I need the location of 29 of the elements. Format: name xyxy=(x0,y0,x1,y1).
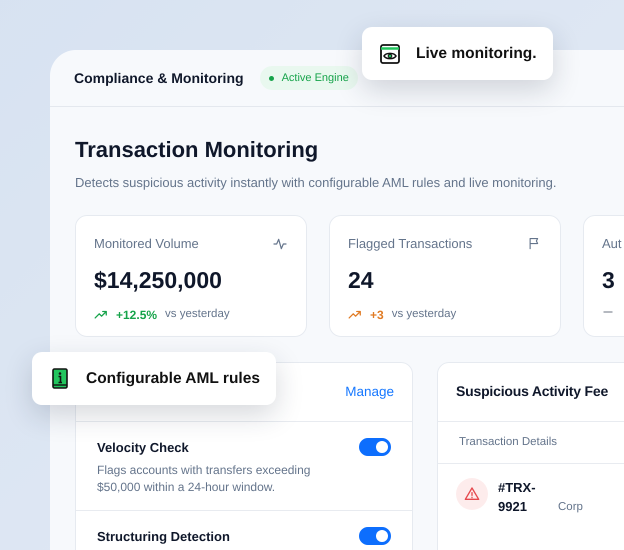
stat-change: +12.5% xyxy=(116,306,158,324)
warning-icon xyxy=(456,478,488,510)
rule-name: Velocity Check xyxy=(97,438,190,457)
stat-value: 24 xyxy=(348,266,375,296)
rule-name: Structuring Detection xyxy=(97,528,230,546)
stat-label: Monitored Volume xyxy=(94,234,199,253)
manage-link[interactable]: Manage xyxy=(345,382,394,402)
app-title: Compliance & Monitoring xyxy=(74,68,244,88)
stat-change: +3 xyxy=(370,306,384,324)
stat-value: 3 xyxy=(602,266,616,296)
stat-label: Flagged Transactions xyxy=(348,234,472,253)
pulse-icon xyxy=(272,236,288,252)
stat-value: $14,250,000 xyxy=(94,266,223,296)
stat-label: Aut xyxy=(602,234,622,253)
callout-text: Configurable AML rules xyxy=(86,368,260,389)
rule-toggle[interactable] xyxy=(359,527,391,546)
page-subtitle: Detects suspicious activity instantly with configurable AML rules and live monitoring. xyxy=(75,174,558,192)
stat-note: vs yesterday xyxy=(392,307,456,322)
column-header: Transaction Details xyxy=(459,434,558,450)
eye-icon xyxy=(378,42,402,66)
stat-note: vs yesterday xyxy=(165,307,230,322)
rule-description: Flags accounts with transfers exceeding $50,000 within a 24-hour window. xyxy=(97,462,312,496)
rule-toggle[interactable] xyxy=(359,438,391,456)
transaction-id: #TRX-9921 xyxy=(498,478,537,516)
feed-title: Suspicious Activity Fee xyxy=(456,382,608,402)
callout-text: Live monitoring. xyxy=(416,44,537,64)
transaction-party: Corp xyxy=(558,500,583,515)
page-title: Transaction Monitoring xyxy=(75,137,320,164)
status-badge: Active Engine xyxy=(260,66,358,90)
